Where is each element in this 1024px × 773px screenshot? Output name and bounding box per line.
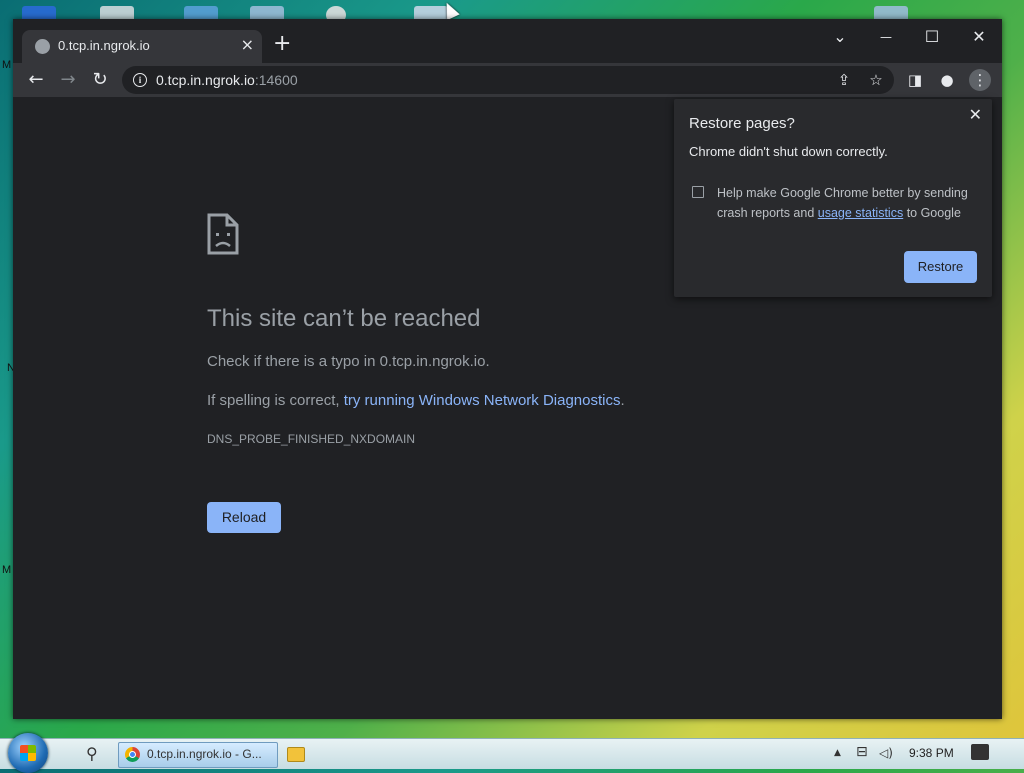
address-bar[interactable]: i 0.tcp.in.ngrok.io:14600 ⇪ ☆ (122, 66, 894, 94)
browser-tab[interactable]: 0.tcp.in.ngrok.io × (22, 30, 262, 63)
title-bar: 0.tcp.in.ngrok.io × + ⌄ — ☐ ✕ (13, 19, 1002, 63)
bookmark-star-icon[interactable]: ☆ (866, 70, 886, 90)
sad-page-icon (207, 213, 239, 255)
usage-statistics-link[interactable]: usage statistics (818, 206, 903, 220)
back-button[interactable]: ← (24, 68, 48, 92)
maximize-button[interactable]: ☐ (909, 23, 955, 51)
browser-window: 0.tcp.in.ngrok.io × + ⌄ — ☐ ✕ ← → ↻ i 0.… (13, 19, 1002, 719)
side-panel-icon[interactable]: ◨ (904, 69, 926, 91)
browser-toolbar: ← → ↻ i 0.tcp.in.ngrok.io:14600 ⇪ ☆ ◨ ● … (13, 63, 1002, 97)
url-text[interactable]: 0.tcp.in.ngrok.io:14600 (156, 72, 298, 88)
popup-close-icon[interactable]: ✕ (969, 105, 982, 124)
chrome-icon (125, 747, 140, 762)
reload-page-button[interactable]: ↻ (88, 68, 112, 92)
tab-search-dropdown-icon[interactable]: ⌄ (817, 23, 863, 51)
restore-pages-popup: Restore pages? ✕ Chrome didn't shut down… (674, 99, 992, 297)
reload-button[interactable]: Reload (207, 502, 281, 533)
crash-report-text: Help make Google Chrome better by sendin… (717, 183, 977, 223)
url-host: 0.tcp.in.ngrok.io (156, 72, 255, 88)
diagnostics-prefix: If spelling is correct, (207, 392, 344, 409)
info-icon[interactable]: i (133, 73, 147, 87)
file-explorer-icon[interactable] (287, 747, 305, 762)
error-title: This site can’t be reached (207, 305, 481, 332)
forward-button[interactable]: → (56, 68, 80, 92)
share-icon[interactable]: ⇪ (834, 70, 854, 90)
tab-close-icon[interactable]: × (241, 35, 254, 54)
menu-kebab-icon[interactable]: ⋮ (969, 69, 991, 91)
globe-icon (35, 39, 50, 54)
new-tab-button[interactable]: + (273, 31, 291, 56)
notifications-icon[interactable] (971, 744, 989, 760)
minimize-button[interactable]: — (863, 23, 909, 51)
taskbar: ⚲ 0.tcp.in.ngrok.io - G... ▲ ⊟ ◁) 9:38 P… (0, 733, 1024, 773)
desktop-edge-label: M (2, 564, 12, 576)
popup-message: Chrome didn't shut down correctly. (689, 144, 888, 159)
url-port: :14600 (254, 72, 298, 88)
desktop-edge-label: M (2, 59, 12, 71)
error-typo-hint: Check if there is a typo in 0.tcp.in.ngr… (207, 353, 490, 370)
start-button[interactable] (8, 733, 48, 773)
network-icon[interactable]: ⊟ (856, 744, 868, 760)
windows-logo-icon (20, 745, 36, 761)
restore-button[interactable]: Restore (904, 251, 977, 283)
system-clock[interactable]: 9:38 PM (909, 746, 954, 760)
search-icon[interactable]: ⚲ (86, 744, 98, 763)
volume-icon[interactable]: ◁) (879, 746, 893, 760)
popup-title: Restore pages? (689, 115, 795, 132)
taskbar-chrome-window[interactable]: 0.tcp.in.ngrok.io - G... (118, 742, 278, 768)
crash-report-checkbox[interactable] (692, 186, 704, 198)
error-diagnostics-hint: If spelling is correct, try running Wind… (207, 392, 625, 409)
tray-expand-icon[interactable]: ▲ (834, 748, 841, 758)
error-code: DNS_PROBE_FINISHED_NXDOMAIN (207, 432, 416, 446)
tab-title: 0.tcp.in.ngrok.io (58, 38, 150, 53)
network-diagnostics-link[interactable]: try running Windows Network Diagnostics (344, 392, 621, 409)
diagnostics-suffix: . (620, 392, 625, 409)
profile-icon[interactable]: ● (936, 69, 958, 91)
checkbox-text-suffix: to Google (903, 206, 961, 220)
close-window-button[interactable]: ✕ (956, 23, 1002, 51)
taskbar-window-label: 0.tcp.in.ngrok.io - G... (147, 747, 262, 761)
